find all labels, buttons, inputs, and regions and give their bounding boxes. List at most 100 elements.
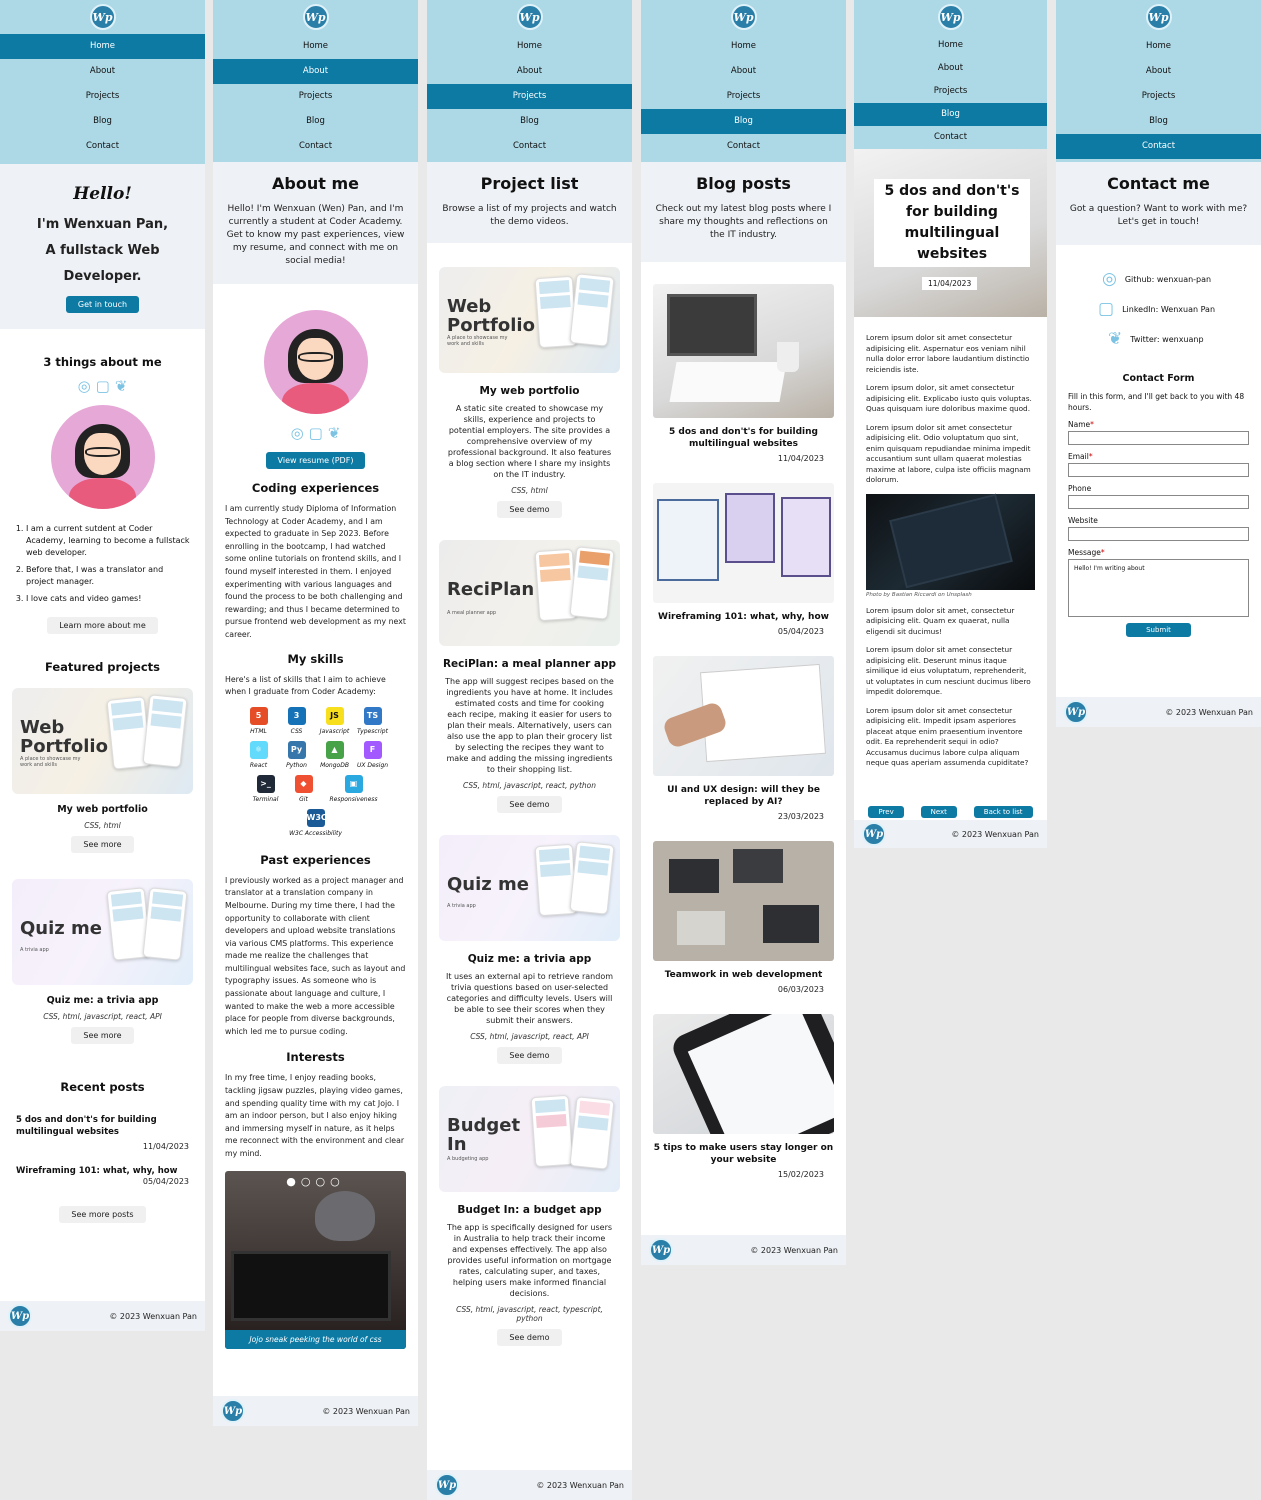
see-more-button[interactable]: See more (71, 1027, 134, 1044)
site-logo[interactable]: Wp (1145, 4, 1172, 30)
footer-logo[interactable]: Wp (649, 1238, 673, 1262)
nav-contact[interactable]: Contact (213, 134, 418, 159)
project-thumbnail[interactable]: Web Portfolio A place to showcase my wor… (12, 688, 193, 794)
skill-item: ▲ MongoDB (316, 740, 354, 769)
see-more-button[interactable]: See more (71, 836, 134, 853)
linkedin-icon[interactable]: ▢ (309, 424, 323, 442)
message-field[interactable]: Hello! I'm writing about (1068, 559, 1249, 617)
linkedin-icon[interactable]: ▢ (96, 377, 110, 395)
photo-carousel[interactable]: ●○○○ Jojo sneak peeking the world of css (225, 1170, 406, 1349)
nav-contact[interactable]: Contact (1056, 134, 1261, 159)
back-to-list-button[interactable]: Back to list (973, 806, 1033, 818)
footer-logo[interactable]: Wp (8, 1304, 32, 1328)
nav-contact[interactable]: Contact (0, 134, 205, 159)
nav-home[interactable]: Home (854, 34, 1047, 57)
nav-blog[interactable]: Blog (854, 103, 1047, 126)
site-logo[interactable]: Wp (516, 4, 543, 30)
nav-home[interactable]: Home (1056, 34, 1261, 59)
footer-logo[interactable]: Wp (862, 822, 886, 846)
nav-blog[interactable]: Blog (1056, 109, 1261, 134)
nav-home[interactable]: Home (427, 34, 632, 59)
nav-about[interactable]: About (854, 57, 1047, 80)
github-icon[interactable]: ◎ (78, 377, 91, 395)
nav-home[interactable]: Home (0, 34, 205, 59)
post-image[interactable] (653, 483, 834, 603)
project-thumbnail[interactable]: Web Portfolio A place to showcase my wor… (439, 267, 620, 373)
name-field[interactable] (1068, 431, 1249, 445)
nav-about[interactable]: About (641, 59, 846, 84)
nav-contact[interactable]: Contact (854, 126, 1047, 149)
nav-blog[interactable]: Blog (213, 109, 418, 134)
github-label: Github: wenxuan-pan (1124, 274, 1212, 284)
nav-blog[interactable]: Blog (641, 109, 846, 134)
website-field[interactable] (1068, 527, 1249, 541)
next-button[interactable]: Next (920, 806, 957, 818)
see-demo-button[interactable]: See demo (497, 1047, 562, 1064)
nav-about[interactable]: About (1056, 59, 1261, 84)
post-title[interactable]: 5 tips to make users stay longer on your… (651, 1142, 836, 1166)
twitter-link[interactable]: ❦ Twitter: wenxuanp (1108, 329, 1261, 349)
nav-about[interactable]: About (0, 59, 205, 84)
nav-about[interactable]: About (213, 59, 418, 84)
nav-home[interactable]: Home (213, 34, 418, 59)
twitter-icon[interactable]: ❦ (115, 377, 128, 395)
get-in-touch-button[interactable]: Get in touch (65, 296, 140, 313)
github-link[interactable]: ◎ Github: wenxuan-pan (1102, 269, 1261, 289)
page-header: Contact me Got a question? Want to work … (1056, 162, 1261, 245)
nav-contact[interactable]: Contact (427, 134, 632, 159)
linkedin-link[interactable]: ▢ LinkedIn: Wenxuan Pan (1098, 299, 1261, 319)
project-thumbnail[interactable]: Quiz me A trivia app (439, 835, 620, 941)
post-image[interactable] (653, 656, 834, 776)
post-link[interactable]: 5 dos and don't's for building multiling… (0, 1114, 205, 1138)
skill-item: 3 CSS (278, 706, 316, 735)
see-more-posts-button[interactable]: See more posts (59, 1206, 146, 1223)
project-thumbnail[interactable]: Budget In A budgeting app (439, 1086, 620, 1192)
nav-projects[interactable]: Projects (213, 84, 418, 109)
nav-projects[interactable]: Projects (641, 84, 846, 109)
phone-field[interactable] (1068, 495, 1249, 509)
see-demo-button[interactable]: See demo (497, 501, 562, 518)
footer-logo[interactable]: Wp (221, 1399, 245, 1423)
post-image[interactable] (653, 1014, 834, 1134)
post-image[interactable] (653, 284, 834, 418)
site-logo[interactable]: Wp (89, 4, 116, 30)
see-demo-button[interactable]: See demo (497, 796, 562, 813)
site-logo[interactable]: Wp (730, 4, 757, 30)
project-thumbnail[interactable]: Quiz me A trivia app (12, 879, 193, 985)
site-logo[interactable]: Wp (937, 4, 964, 30)
nav-blog[interactable]: Blog (0, 109, 205, 134)
project-thumbnail[interactable]: ReciPlan A meal planner app (439, 540, 620, 646)
footer-logo[interactable]: Wp (435, 1473, 459, 1497)
post-title[interactable]: UI and UX design: will they be replaced … (651, 784, 836, 808)
navbar: Wp Home About Projects Blog Contact (213, 0, 418, 162)
submit-button[interactable]: Submit (1126, 623, 1191, 637)
footer-logo[interactable]: Wp (1064, 700, 1088, 724)
name-label: Name* (1068, 420, 1094, 429)
nav-contact[interactable]: Contact (641, 134, 846, 159)
post-link[interactable]: Wireframing 101: what, why, how (0, 1165, 205, 1177)
see-demo-button[interactable]: See demo (497, 1329, 562, 1346)
site-logo[interactable]: Wp (302, 4, 329, 30)
learn-more-button[interactable]: Learn more about me (47, 617, 158, 634)
copyright: © 2023 Wenxuan Pan (322, 1406, 410, 1416)
view-resume-button[interactable]: View resume (PDF) (265, 452, 366, 469)
carousel-dots[interactable]: ●○○○ (225, 1175, 406, 1188)
nav-projects[interactable]: Projects (854, 80, 1047, 103)
email-field[interactable] (1068, 463, 1249, 477)
nav-projects[interactable]: Projects (427, 84, 632, 109)
nav-home[interactable]: Home (641, 34, 846, 59)
past-title: Past experiences (260, 852, 371, 867)
nav-about[interactable]: About (427, 59, 632, 84)
github-icon[interactable]: ◎ (291, 424, 304, 442)
prev-button[interactable]: Prev (868, 806, 904, 818)
post-image[interactable] (653, 841, 834, 961)
nav-projects[interactable]: Projects (1056, 84, 1261, 109)
twitter-icon[interactable]: ❦ (328, 424, 341, 442)
nav-projects[interactable]: Projects (0, 84, 205, 109)
post-date: 11/04/2023 (922, 277, 978, 290)
nav-blog[interactable]: Blog (427, 109, 632, 134)
post-title[interactable]: 5 dos and don't's for building multiling… (651, 426, 836, 450)
post-title[interactable]: Teamwork in web development (651, 969, 836, 981)
post-title[interactable]: Wireframing 101: what, why, how (651, 611, 836, 623)
home-page: Wp Home About Projects Blog Contact Hell… (0, 0, 205, 1331)
